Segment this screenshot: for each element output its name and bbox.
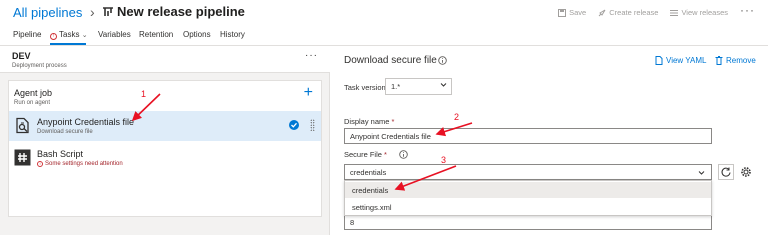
panel-title: Download secure file — [344, 55, 437, 66]
remove-label: Remove — [726, 56, 756, 65]
chevron-down-icon: ⌄ — [81, 32, 88, 39]
tab-retention[interactable]: Retention — [139, 30, 173, 39]
trash-icon — [715, 56, 723, 65]
tab-bar: Pipeline ! Tasks ⌄ Variables Retention Op… — [0, 27, 768, 45]
add-task-button[interactable]: + — [304, 84, 313, 102]
retry-count-field[interactable]: 8 — [344, 214, 712, 230]
document-icon — [655, 56, 663, 65]
release-pipeline-icon — [103, 7, 113, 16]
secure-file-value: credentials — [350, 168, 387, 177]
display-name-field[interactable]: Anypoint Credentials file — [344, 128, 712, 144]
task-warning: ! Some settings need attention — [37, 161, 123, 167]
warning-icon: ! — [37, 161, 43, 167]
task-warning-text: Some settings need attention — [45, 161, 123, 167]
retry-count-value: 8 — [350, 218, 355, 227]
save-icon — [558, 8, 567, 17]
annotation-label-1: 1 — [141, 89, 147, 99]
task-version-value: 1.* — [391, 82, 401, 91]
header-actions: Save Create release View releases — [558, 8, 728, 17]
manage-button[interactable] — [739, 164, 755, 180]
required-mark: * — [391, 117, 395, 126]
view-releases-button[interactable]: View releases — [670, 8, 728, 17]
create-release-label: Create release — [609, 8, 659, 17]
stage-name: DEV — [12, 51, 31, 61]
remove-link[interactable]: Remove — [715, 56, 756, 65]
tab-options[interactable]: Options — [183, 30, 211, 39]
task-version-label: Task version — [344, 83, 386, 92]
more-actions-button[interactable]: ··· — [740, 3, 755, 17]
tab-tasks[interactable]: ! Tasks ⌄ — [50, 30, 88, 40]
stage-subtitle: Deployment process — [12, 63, 67, 69]
task-title: Bash Script — [37, 149, 84, 159]
page-title: New release pipeline — [117, 4, 245, 19]
agent-job-subtitle: Run on agent — [14, 100, 51, 106]
rocket-icon — [598, 9, 606, 16]
breadcrumb-all-pipelines[interactable]: All pipelines — [13, 5, 82, 20]
tab-history[interactable]: History — [220, 30, 245, 39]
list-icon — [670, 9, 679, 16]
tab-tasks-label: Tasks — [59, 30, 80, 39]
stage-more-button[interactable]: ··· — [305, 50, 318, 61]
info-icon[interactable] — [438, 56, 447, 65]
annotation-label-2: 2 — [454, 112, 460, 122]
tab-variables[interactable]: Variables — [98, 30, 131, 39]
display-name-label-text: Display name — [344, 117, 390, 126]
secure-file-select[interactable]: credentials — [344, 164, 712, 180]
secure-file-label-text: Secure File — [344, 150, 382, 159]
download-secure-file-icon — [16, 117, 29, 134]
view-releases-label: View releases — [681, 8, 728, 17]
stage-header[interactable]: DEV Deployment process ··· — [0, 46, 330, 73]
bash-script-icon — [14, 149, 31, 166]
view-yaml-link[interactable]: View YAML — [655, 56, 706, 65]
agent-job[interactable]: Agent job Run on agent + — [9, 81, 321, 111]
tab-pipeline[interactable]: Pipeline — [13, 30, 41, 39]
drag-handle-icon[interactable] — [310, 119, 315, 131]
dropdown-option-credentials[interactable]: credentials — [345, 182, 711, 198]
required-mark: * — [384, 150, 387, 159]
info-icon[interactable] — [399, 150, 408, 159]
chevron-down-icon — [698, 171, 705, 175]
refresh-icon — [721, 167, 731, 177]
secure-file-label: Secure File * — [344, 150, 387, 159]
display-name-label: Display name * — [344, 117, 394, 126]
save-button[interactable]: Save — [558, 8, 586, 17]
save-label: Save — [569, 8, 587, 17]
refresh-button[interactable] — [718, 164, 734, 180]
chevron-down-icon — [440, 83, 447, 87]
annotation-label-3: 3 — [441, 155, 447, 165]
task-details-panel: Download secure file View YAML Remove Ta… — [331, 46, 768, 235]
gear-icon — [741, 167, 751, 177]
header: All pipelines › New release pipeline Sav… — [0, 0, 768, 27]
task-bash-script[interactable]: Bash Script ! Some settings need attentio… — [9, 143, 321, 173]
check-icon[interactable] — [289, 120, 299, 130]
task-anypoint-credentials[interactable]: Anypoint Credentials file Download secur… — [9, 111, 321, 141]
create-release-button[interactable]: Create release — [598, 8, 658, 17]
dropdown-option-settings[interactable]: settings.xml — [345, 199, 711, 215]
task-title: Anypoint Credentials file — [37, 117, 135, 127]
warning-icon: ! — [50, 33, 57, 40]
task-list: Agent job Run on agent + Anypoint Creden… — [8, 80, 322, 217]
breadcrumb-separator: › — [90, 4, 95, 20]
display-name-value: Anypoint Credentials file — [350, 132, 431, 141]
task-panel: DEV Deployment process ··· Agent job Run… — [0, 46, 330, 235]
task-subtitle: Download secure file — [37, 129, 93, 135]
secure-file-dropdown: credentials settings.xml — [344, 180, 712, 216]
agent-job-title: Agent job — [14, 88, 53, 98]
view-yaml-label: View YAML — [666, 56, 707, 65]
task-version-select[interactable]: 1.* — [385, 78, 452, 95]
